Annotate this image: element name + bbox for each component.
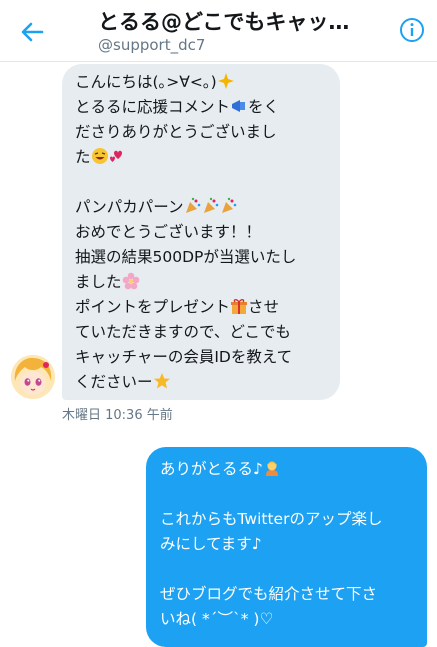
laughing-face-icon xyxy=(91,148,108,164)
message-line: 抽選の結果500DPが当選いたし xyxy=(75,248,297,266)
message-line: ぜひブログでも紹介させて下さ xyxy=(160,585,378,603)
message-line: これからもTwitterのアップ楽し xyxy=(160,510,383,528)
star-icon xyxy=(153,373,170,389)
incoming-message-bubble[interactable]: こんにちは(｡>∀<｡) とるるに応援コメント をく ださりありがとうございまし … xyxy=(62,64,340,400)
conversation-title: とるる@どこでもキャッチャー xyxy=(98,10,368,34)
message-timestamp: 木曜日 10:36 午前 xyxy=(62,408,173,423)
outgoing-message-bubble[interactable]: ありがとるる♪ これからもTwitterのアップ楽し みにしてます♪ ぜひブログ… xyxy=(146,447,427,647)
back-arrow-icon[interactable] xyxy=(18,18,46,46)
message-line: た xyxy=(75,148,91,166)
message-line: ありがとるる♪ xyxy=(160,460,263,478)
avatar-illustration xyxy=(11,355,55,399)
gift-icon xyxy=(231,299,248,314)
message-line: ていただきますので、どこでも xyxy=(75,323,291,341)
party-popper-icon xyxy=(203,197,218,213)
cherry-blossom-icon xyxy=(122,272,139,290)
person-icon xyxy=(265,461,278,476)
message-line: をく xyxy=(248,98,280,116)
message-line: ました xyxy=(75,273,122,291)
message-line: ポイントをプレゼント xyxy=(75,298,231,316)
party-popper-icon xyxy=(185,197,200,213)
message-line: くださいー xyxy=(75,373,153,391)
message-line: おめでとうございます！！ xyxy=(75,223,262,241)
message-line: いね( *´︶`* )♡ xyxy=(160,610,274,628)
two-hearts-icon xyxy=(109,150,122,162)
megaphone-icon xyxy=(232,100,246,112)
info-icon[interactable] xyxy=(399,17,425,43)
message-line: させ xyxy=(248,298,280,316)
conversation-header: とるる@どこでもキャッチャー @support_dc7 xyxy=(0,0,437,62)
message-line: キャッチャーの会員IDを教えて xyxy=(75,348,293,366)
conversation-handle: @support_dc7 xyxy=(98,36,206,54)
message-line: パンパカパーン xyxy=(75,198,184,216)
sender-avatar[interactable] xyxy=(11,355,55,399)
message-line: こんにちは(｡>∀<｡) xyxy=(75,73,217,91)
message-line: とるるに応援コメント xyxy=(75,98,231,116)
sparkles-icon xyxy=(217,73,234,89)
message-line: みにしてます♪ xyxy=(160,535,262,553)
party-popper-icon xyxy=(221,197,236,213)
message-line: ださりありがとうございまし xyxy=(75,123,277,141)
